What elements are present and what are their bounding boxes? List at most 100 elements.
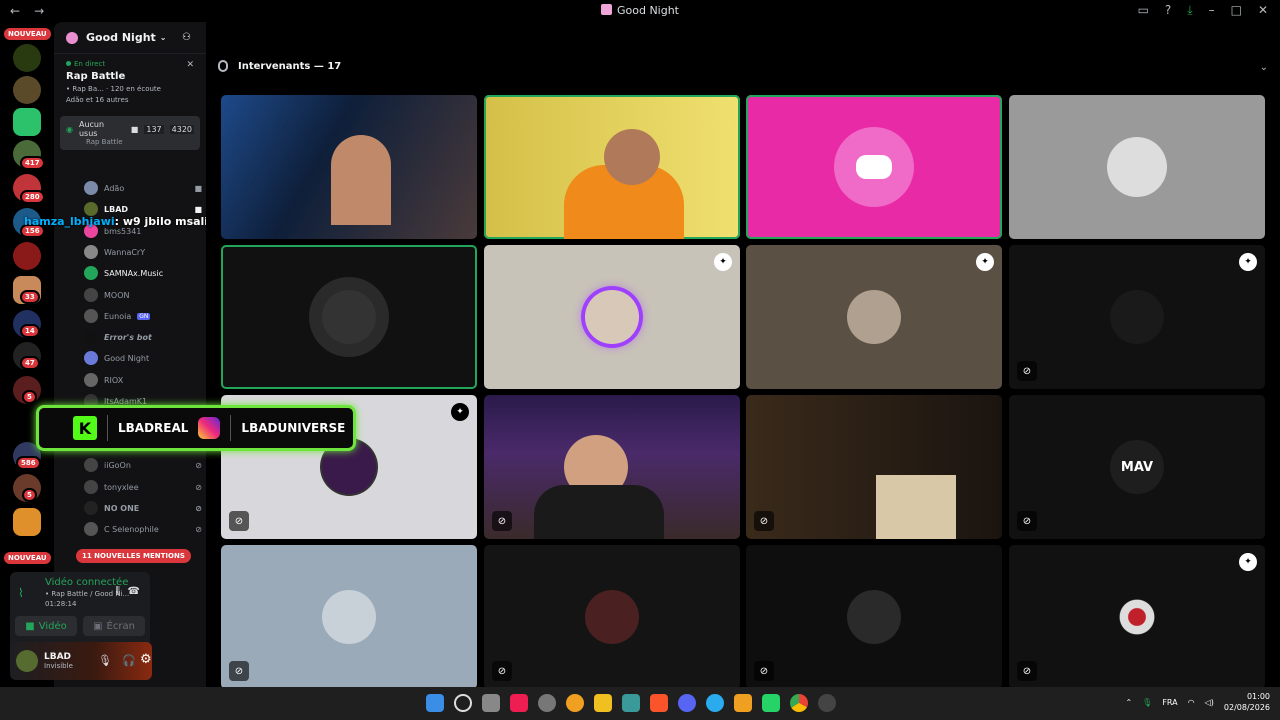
telegram-icon[interactable]	[706, 694, 724, 712]
disconnect-icon[interactable]: ☎	[128, 586, 140, 597]
inbox-icon[interactable]: ▭	[1138, 3, 1149, 18]
app-icon[interactable]	[734, 694, 752, 712]
server-icon[interactable]	[13, 242, 41, 270]
video-tile[interactable]	[221, 245, 477, 389]
screen-share-button[interactable]: ▣ Écran	[83, 616, 145, 636]
avatar	[84, 501, 98, 515]
member-row[interactable]: Good Night	[84, 349, 202, 367]
close-icon[interactable]: ✕	[1258, 3, 1268, 18]
chrome-icon[interactable]	[790, 694, 808, 712]
new-badge: NOUVEAU	[4, 28, 51, 40]
settings-gear-icon[interactable]: ⚙	[140, 652, 152, 667]
member-tag: GN	[137, 312, 151, 320]
new-badge: NOUVEAU	[4, 552, 51, 564]
discord-logo-icon	[834, 127, 914, 207]
search-app-icon[interactable]	[566, 694, 584, 712]
wifi-icon[interactable]: ◠	[1188, 698, 1195, 707]
maximize-icon[interactable]: □	[1231, 3, 1242, 18]
minimize-icon[interactable]: –	[1209, 3, 1215, 18]
video-tile[interactable]: MAV ⊘	[1009, 395, 1265, 539]
member-row[interactable]: tonyxlee ⊘	[84, 478, 202, 496]
video-tile[interactable]: ✦ ⊘	[1009, 545, 1265, 689]
video-tile[interactable]	[484, 95, 740, 239]
server-header[interactable]: Good Night ⌄ ⚇	[54, 22, 206, 54]
video-icon: ■	[194, 204, 202, 214]
close-icon[interactable]: ✕	[186, 60, 194, 70]
title-bar: ← → Good Night ▭ ? ⤓ – □ ✕	[0, 0, 1280, 22]
camera-icon: ■	[25, 620, 35, 632]
server-icon[interactable]	[13, 108, 41, 136]
video-tile[interactable]	[746, 95, 1002, 239]
task-view-icon[interactable]	[482, 694, 500, 712]
new-mentions-button[interactable]: 11 NOUVELLES MENTIONS	[76, 549, 191, 563]
discord-icon[interactable]	[678, 694, 696, 712]
clock[interactable]: 01:00 02/08/2026	[1224, 691, 1270, 713]
video-tile[interactable]: ⊘	[484, 395, 740, 539]
help-icon[interactable]: ?	[1165, 3, 1171, 18]
avatar[interactable]	[16, 650, 38, 672]
video-tile[interactable]: ⊘	[746, 545, 1002, 689]
avatar	[84, 309, 98, 323]
server-icon[interactable]	[13, 44, 41, 72]
server-icon[interactable]	[13, 76, 41, 104]
search-icon[interactable]	[454, 694, 472, 712]
avatar	[847, 290, 901, 344]
video-tile[interactable]: ⊘	[221, 545, 477, 689]
muted-icon: ⊘	[229, 661, 249, 681]
microphone-icon[interactable]: 🎙	[98, 654, 112, 667]
tiktok-icon[interactable]	[510, 694, 528, 712]
language-indicator[interactable]: FRA	[1162, 698, 1177, 707]
app-icon[interactable]	[622, 694, 640, 712]
add-member-icon[interactable]: ⚇	[182, 32, 191, 43]
headphones-icon[interactable]: 🎧	[122, 654, 136, 667]
noise-suppression-icon[interactable]: ⫼	[115, 586, 120, 597]
member-row[interactable]: Error's bot	[84, 328, 202, 346]
avatar	[585, 590, 639, 644]
live-title: Rap Battle	[66, 71, 126, 82]
settings-gear-icon[interactable]	[538, 694, 556, 712]
divider	[230, 415, 232, 441]
windows-taskbar: ⌃ 🎙 FRA ◠ ◁) 01:00 02/08/2026	[0, 687, 1280, 720]
video-tile[interactable]: ⊘	[484, 545, 740, 689]
video-tile[interactable]: ✦	[484, 245, 740, 389]
brave-browser-icon[interactable]	[650, 694, 668, 712]
member-row[interactable]: C Selenophile ⊘	[84, 520, 202, 538]
video-tile[interactable]	[1009, 95, 1265, 239]
chevron-up-icon[interactable]: ⌃	[1125, 698, 1132, 707]
muted-icon: ⊘	[492, 661, 512, 681]
whatsapp-icon[interactable]	[762, 694, 780, 712]
member-row[interactable]: Adão ■	[84, 179, 202, 197]
server-icon[interactable]	[13, 508, 41, 536]
member-row[interactable]: NO ONE ⊘	[84, 499, 202, 517]
member-row[interactable]: WannaCrY	[84, 243, 202, 261]
avatar	[84, 480, 98, 494]
avatar	[84, 522, 98, 536]
volume-icon[interactable]: ◁)	[1205, 698, 1214, 707]
video-tile[interactable]: ✦ ⊘	[1009, 245, 1265, 389]
mention-badge: 47	[20, 356, 40, 370]
avatar	[84, 202, 98, 216]
member-row[interactable]: iiGoOn ⊘	[84, 456, 202, 474]
video-button[interactable]: ■ Vidéo	[15, 616, 77, 636]
windows-start-icon[interactable]	[426, 694, 444, 712]
download-icon[interactable]: ⤓	[1187, 3, 1192, 18]
member-row[interactable]: MOON	[84, 286, 202, 304]
video-icon: ■	[194, 183, 202, 193]
app-icon[interactable]	[818, 694, 836, 712]
microphone-icon[interactable]: 🎙	[1142, 698, 1152, 707]
voice-channel-row[interactable]: ◉ Aucun usus ■ 137 4320 Rap Battle	[60, 116, 200, 150]
video-tile[interactable]	[221, 95, 477, 239]
microphone-icon	[218, 60, 228, 72]
live-stage-card[interactable]: En direct ✕ Rap Battle • Rap Ba... · 120 …	[54, 54, 206, 110]
divider	[107, 415, 108, 441]
moderator-badge-icon: ✦	[1239, 553, 1257, 571]
avatar	[847, 590, 901, 644]
video-tile[interactable]: ⊘	[746, 395, 1002, 539]
member-row[interactable]: Eunoia GN	[84, 307, 202, 325]
user-status: Invisible	[44, 662, 73, 670]
video-tile[interactable]: ✦	[746, 245, 1002, 389]
file-explorer-icon[interactable]	[594, 694, 612, 712]
member-row[interactable]: RIOX	[84, 371, 202, 389]
chevron-down-icon[interactable]: ⌄	[1260, 62, 1268, 73]
member-row[interactable]: SAMNAx.Music	[84, 264, 202, 282]
